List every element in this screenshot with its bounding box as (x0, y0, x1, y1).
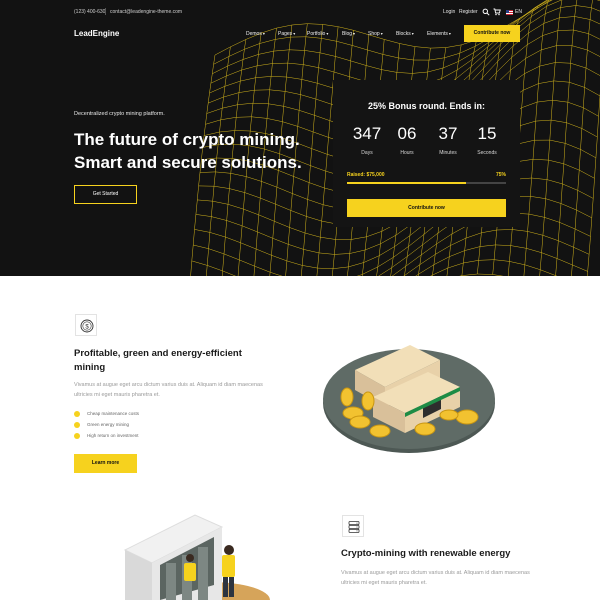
check-icon (74, 411, 80, 417)
timer-hours-label: Hours (400, 150, 414, 156)
timer-days-label: Days (361, 150, 373, 156)
headline-line-2: Smart and secure solutions. (74, 153, 302, 172)
nav-item-pages[interactable]: Pages▾ (278, 31, 295, 37)
register-link[interactable]: Register (459, 9, 478, 15)
contribute-now-button[interactable]: Contribute now (464, 25, 520, 42)
nav-label: Blog (342, 31, 353, 37)
search-icon[interactable] (482, 8, 490, 16)
list-item: High return on investment (74, 432, 139, 443)
chevron-down-icon: ▾ (262, 31, 265, 36)
learn-more-button[interactable]: Learn more (74, 454, 137, 473)
nav-label: Pages (278, 31, 293, 37)
progress-fill (347, 182, 467, 184)
nav-label: Demos (246, 31, 262, 37)
check-label: High return on investment (87, 433, 139, 438)
nav-label: Shop (368, 31, 380, 37)
countdown-card: 25% Bonus round. Ends in: 347 Days 06 Ho… (333, 80, 520, 227)
check-icon (74, 422, 80, 428)
feature-description: Vivamus at augue eget arcu dictum varius… (341, 570, 530, 586)
check-label: Cheap maintenance costs (87, 411, 140, 416)
check-icon (74, 433, 80, 439)
top-bar: (123) 400-630 contact@leadengine-theme.c… (0, 0, 600, 24)
chevron-down-icon: ▾ (411, 31, 414, 36)
chevron-down-icon: ▾ (293, 31, 296, 36)
feature-title: Profitable, green and energy-efficient m… (74, 348, 242, 373)
email-address[interactable]: contact@leadengine-theme.com (110, 9, 182, 15)
mesh-line (555, 0, 578, 276)
mesh-line (523, 0, 550, 276)
mesh-line (459, 273, 504, 276)
mesh-line (571, 0, 593, 276)
mesh-line (539, 0, 563, 276)
timer-hours-value: 06 (397, 124, 417, 143)
nav-item-blocks[interactable]: Blocks▾ (396, 31, 414, 37)
server-icon (348, 521, 360, 533)
feature-checklist: Cheap maintenance costs Green energy min… (74, 410, 139, 443)
chevron-down-icon: ▾ (380, 31, 383, 36)
raised-percent: 75% (495, 172, 506, 178)
feature-description: Vivamus at augue eget arcu dictum varius… (74, 382, 263, 398)
money-coins-illustration (323, 345, 495, 453)
hero-headline: The future of crypto mining. Smart and s… (74, 128, 302, 174)
nav-item-demos[interactable]: Demos▾ (246, 31, 265, 37)
nav-item-portfolio[interactable]: Portfolio▾ (307, 31, 328, 37)
hero-kicker: Decentralized crypto mining platform. (74, 111, 165, 117)
check-label: Green energy mining (87, 422, 130, 427)
progress-track (347, 182, 506, 184)
phone-number[interactable]: (123) 400-630 (74, 9, 105, 15)
nav-label: Blocks (396, 31, 411, 37)
raised-amount: Raised: $75,000 (347, 172, 385, 178)
hero-section: (123) 400-630 contact@leadengine-theme.c… (0, 0, 600, 276)
login-link[interactable]: Login (443, 9, 455, 15)
feature-title: Crypto-mining with renewable energy (341, 548, 511, 559)
logo[interactable]: LeadEngine (74, 29, 119, 38)
mesh-line (415, 244, 588, 276)
nav-label: Elements (427, 31, 448, 37)
get-started-button[interactable]: Get Started (74, 185, 137, 204)
feature-icon-box: $ (75, 314, 97, 336)
contribute-now-button[interactable]: Contribute now (347, 199, 506, 217)
mesh-line (430, 259, 558, 276)
flag-us-icon[interactable] (506, 10, 513, 15)
mesh-line (403, 229, 590, 276)
countdown-title: 25% Bonus round. Ends in: (367, 101, 485, 111)
list-item: Green energy mining (74, 421, 139, 432)
headline-line-1: The future of crypto mining. (74, 130, 300, 149)
divider (105, 8, 106, 15)
timer-minutes-label: Minutes (439, 150, 457, 156)
timer-days-value: 347 (352, 124, 382, 143)
coin-icon: $ (80, 319, 94, 333)
chevron-down-icon: ▾ (448, 31, 451, 36)
list-item: Cheap maintenance costs (74, 410, 139, 421)
nav-label: Portfolio (307, 31, 326, 37)
nav-item-blog[interactable]: Blog▾ (342, 31, 355, 37)
chevron-down-icon: ▾ (326, 31, 329, 36)
language-selector[interactable]: EN (515, 9, 522, 15)
feature-icon-box (342, 515, 364, 537)
svg-text:$: $ (85, 324, 89, 330)
cart-icon[interactable] (493, 8, 501, 16)
nav-item-shop[interactable]: Shop▾ (368, 31, 383, 37)
nav-item-elements[interactable]: Elements▾ (427, 31, 451, 37)
timer-seconds-value: 15 (477, 124, 497, 143)
timer-seconds-label: Seconds (477, 150, 497, 156)
timer-minutes-value: 37 (438, 124, 458, 143)
server-rack-illustration (123, 514, 270, 600)
chevron-down-icon: ▾ (353, 31, 356, 36)
